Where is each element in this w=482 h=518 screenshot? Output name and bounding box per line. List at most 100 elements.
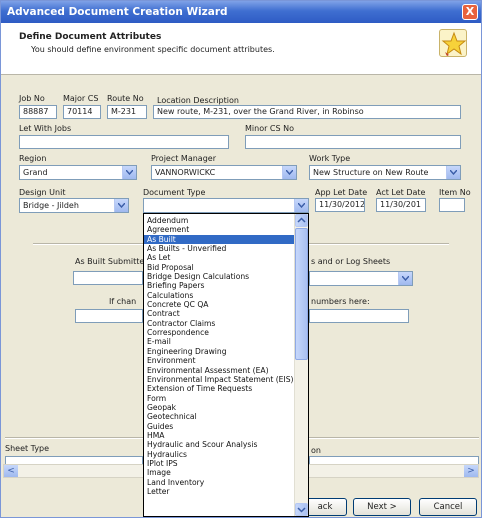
document-type-label: Document Type bbox=[143, 188, 206, 197]
dropdown-item[interactable]: Hydraulics bbox=[144, 450, 295, 459]
if-changed-field[interactable] bbox=[75, 309, 143, 323]
work-type-value: New Structure on New Route bbox=[313, 168, 429, 177]
page-title: Define Document Attributes bbox=[19, 32, 162, 42]
route-no-label: Route No bbox=[107, 94, 144, 103]
dropdown-item[interactable]: Extension of Time Requests bbox=[144, 384, 295, 393]
dropdown-item[interactable]: E-mail bbox=[144, 337, 295, 346]
dropdown-scrollbar[interactable] bbox=[294, 214, 308, 516]
chevron-down-icon[interactable] bbox=[282, 166, 296, 179]
chevron-down-icon[interactable] bbox=[446, 166, 460, 179]
let-with-jobs-field[interactable] bbox=[19, 135, 229, 149]
numbers-here-field[interactable] bbox=[309, 309, 409, 323]
design-unit-combo[interactable]: Bridge - Jildeh bbox=[19, 198, 129, 213]
sheet-type-label: Sheet Type bbox=[5, 444, 50, 453]
dropdown-item[interactable]: Geopak bbox=[144, 403, 295, 412]
dropdown-item[interactable]: As Built bbox=[144, 234, 295, 245]
region-label: Region bbox=[19, 154, 47, 163]
dropdown-item[interactable]: Bridge Design Calculations bbox=[144, 272, 295, 281]
document-type-dropdown-list[interactable]: Addendum Agreement As Built As Builts - Unv… bbox=[143, 213, 309, 517]
dropdown-item[interactable]: Environment bbox=[144, 356, 295, 365]
app-let-date-label: App Let Date bbox=[315, 188, 368, 197]
group-separator bbox=[5, 437, 143, 439]
job-no-field[interactable]: 88887 bbox=[19, 105, 57, 119]
close-button[interactable]: X bbox=[462, 4, 478, 20]
dropdown-item[interactable]: HMA bbox=[144, 431, 295, 440]
dropdown-item[interactable]: IPlot IPS bbox=[144, 459, 295, 468]
dropdown-item[interactable]: Contractor Claims bbox=[144, 319, 295, 328]
title-bar: Advanced Document Creation Wizard X bbox=[1, 1, 481, 23]
project-manager-value: VANNORWICKC bbox=[155, 168, 216, 177]
dropdown-item[interactable]: Land Inventory bbox=[144, 478, 295, 487]
dropdown-item[interactable]: Correspondence bbox=[144, 328, 295, 337]
dropdown-item[interactable]: Guides bbox=[144, 422, 295, 431]
scroll-left-button[interactable]: < bbox=[4, 465, 18, 477]
app-let-date-field[interactable]: 11/30/2012 bbox=[315, 198, 365, 212]
dropdown-item[interactable]: Contract bbox=[144, 309, 295, 318]
dropdown-items: Addendum Agreement As Built As Builts - Unv… bbox=[144, 216, 295, 496]
dropdown-item[interactable]: Geotechnical bbox=[144, 412, 295, 421]
dropdown-item[interactable]: Agreement bbox=[144, 225, 295, 234]
dropdown-item[interactable]: Addendum bbox=[144, 216, 295, 225]
item-no-field[interactable] bbox=[439, 198, 465, 212]
page-subtitle: You should define environment specific d… bbox=[31, 45, 275, 54]
dropdown-item[interactable]: Letter bbox=[144, 487, 295, 496]
job-no-label: Job No bbox=[19, 94, 45, 103]
route-no-field[interactable]: M-231 bbox=[107, 105, 147, 119]
dropdown-item[interactable]: Calculations bbox=[144, 291, 295, 300]
region-value: Grand bbox=[23, 168, 48, 177]
scroll-right-button[interactable]: > bbox=[464, 465, 478, 477]
group-separator bbox=[33, 243, 143, 245]
wizard-window: Advanced Document Creation Wizard X Defi… bbox=[0, 0, 482, 518]
as-built-submitted-field[interactable] bbox=[73, 271, 143, 285]
dropdown-item[interactable]: As Builts - Unverified bbox=[144, 244, 295, 253]
minor-cs-no-label: Minor CS No bbox=[245, 124, 295, 133]
minor-cs-no-field[interactable] bbox=[245, 135, 461, 149]
wizard-star-icon bbox=[439, 29, 467, 57]
design-unit-value: Bridge - Jildeh bbox=[23, 201, 79, 210]
wizard-header: Define Document Attributes You should de… bbox=[1, 23, 481, 75]
dropdown-item[interactable]: Bid Proposal bbox=[144, 263, 295, 272]
major-cs-label: Major CS bbox=[63, 94, 99, 103]
cancel-button[interactable]: Cancel bbox=[419, 498, 477, 516]
dropdown-item[interactable]: Form bbox=[144, 394, 295, 403]
numbers-here-label: numbers here: bbox=[311, 297, 370, 306]
dropdown-item[interactable]: Environmental Impact Statement (EIS) bbox=[144, 375, 295, 384]
dropdown-item[interactable]: Engineering Drawing bbox=[144, 347, 295, 356]
dropdown-item[interactable]: Hydraulic and Scour Analysis bbox=[144, 440, 295, 449]
if-changed-label: If chan bbox=[109, 297, 137, 306]
chevron-down-icon[interactable] bbox=[114, 199, 128, 212]
document-type-combo[interactable] bbox=[143, 198, 309, 213]
act-let-date-label: Act Let Date bbox=[376, 188, 426, 197]
dropdown-item[interactable]: Environmental Assessment (EA) bbox=[144, 366, 295, 375]
group-separator bbox=[309, 437, 479, 439]
scroll-up-button[interactable] bbox=[295, 214, 308, 227]
location-description-field[interactable]: New route, M-231, over the Grand River, … bbox=[153, 105, 461, 119]
chevron-down-icon[interactable] bbox=[122, 166, 136, 179]
item-no-label: Item No bbox=[439, 188, 471, 197]
dropdown-item[interactable]: Concrete QC QA bbox=[144, 300, 295, 309]
dropdown-item[interactable]: Image bbox=[144, 468, 295, 477]
project-manager-label: Project Manager bbox=[151, 154, 216, 163]
as-built-submitted-label: As Built Submitte bbox=[75, 257, 145, 266]
major-cs-field[interactable]: 70114 bbox=[63, 105, 101, 119]
log-sheets-combo[interactable] bbox=[309, 271, 413, 286]
project-manager-combo[interactable]: VANNORWICKC bbox=[151, 165, 297, 180]
group-separator bbox=[309, 243, 449, 245]
next-button[interactable]: Next > bbox=[353, 498, 411, 516]
log-sheets-label: s and or Log Sheets bbox=[311, 257, 391, 266]
window-title: Advanced Document Creation Wizard bbox=[7, 6, 228, 18]
scroll-down-button[interactable] bbox=[295, 503, 308, 516]
dropdown-item[interactable]: As Let bbox=[144, 253, 295, 262]
work-type-label: Work Type bbox=[309, 154, 351, 163]
region-combo[interactable]: Grand bbox=[19, 165, 137, 180]
back-button[interactable]: ack bbox=[303, 498, 347, 516]
work-type-combo[interactable]: New Structure on New Route bbox=[309, 165, 461, 180]
dropdown-item[interactable]: Briefing Papers bbox=[144, 281, 295, 290]
chevron-down-icon[interactable] bbox=[398, 272, 412, 285]
let-with-jobs-label: Let With Jobs bbox=[19, 124, 72, 133]
location-description-label: Location Description bbox=[157, 96, 239, 105]
design-unit-label: Design Unit bbox=[19, 188, 66, 197]
scrollbar-thumb[interactable] bbox=[295, 228, 308, 360]
chevron-down-icon[interactable] bbox=[294, 199, 308, 212]
act-let-date-field[interactable]: 11/30/201 bbox=[376, 198, 426, 212]
